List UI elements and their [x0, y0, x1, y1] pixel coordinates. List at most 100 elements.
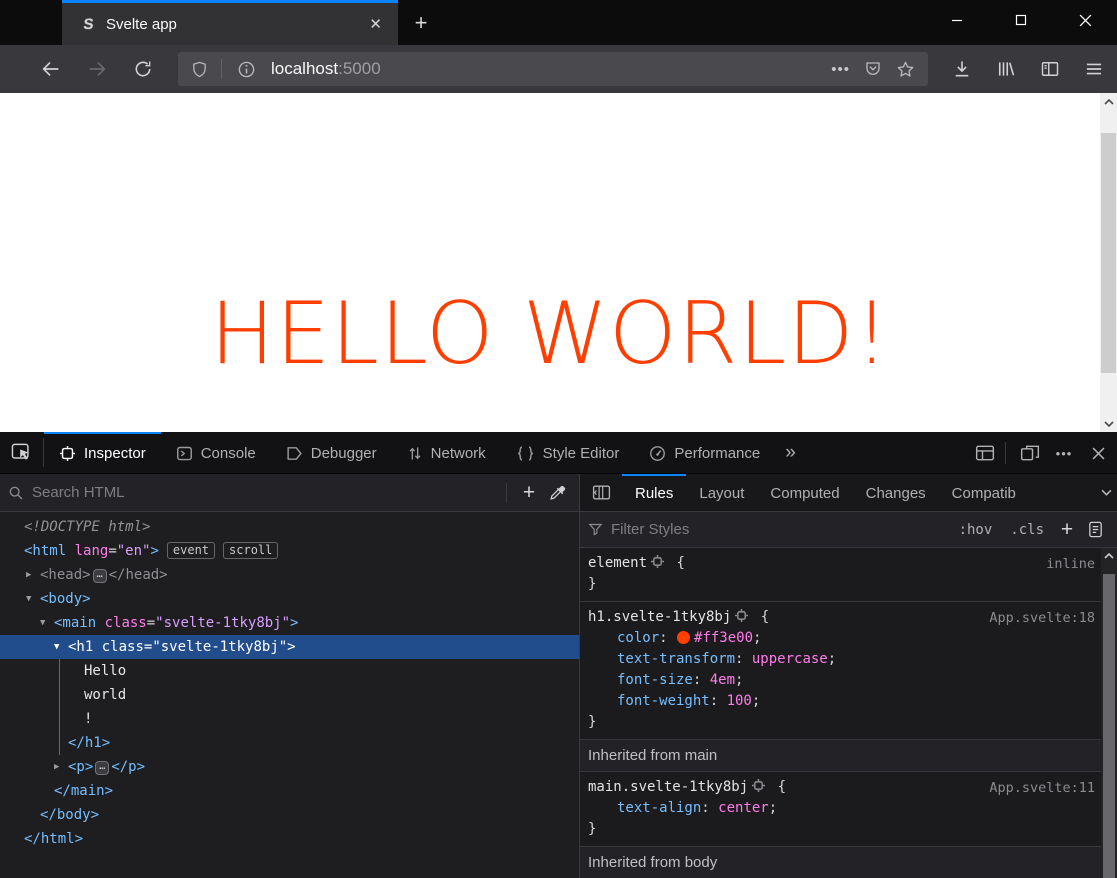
markup-row[interactable]: world [0, 683, 579, 707]
rule-source-link[interactable]: App.svelte:18 [989, 608, 1095, 629]
devtools-tab-console[interactable]: Console [161, 432, 271, 473]
css-rule[interactable]: h1.svelte-1tky8bj {App.svelte:18color: #… [580, 602, 1101, 740]
responsive-design-icon[interactable] [1015, 438, 1045, 468]
css-declaration[interactable]: text-transform: uppercase; [588, 649, 1093, 670]
markup-row[interactable]: <!DOCTYPE html> [0, 515, 579, 539]
window-close-button[interactable] [1053, 0, 1117, 40]
css-declaration[interactable]: font-weight: 100; [588, 691, 1093, 712]
more-tools-chevron[interactable]: » [775, 432, 806, 473]
markup-row-content: </main> [0, 779, 113, 803]
devtools-tab-network[interactable]: Network [392, 432, 501, 473]
css-rule[interactable]: main.svelte-1tky8bj {App.svelte:11text-a… [580, 772, 1101, 847]
markup-row[interactable]: ▼<main class="svelte-1tky8bj"> [0, 611, 579, 635]
collapse-arrow-icon[interactable]: ▼ [54, 635, 59, 659]
rule-source-link[interactable]: App.svelte:11 [989, 778, 1095, 799]
page-scrollbar-thumb[interactable] [1101, 133, 1116, 373]
rule-selector[interactable]: h1.svelte-1tky8bj [588, 609, 731, 625]
tracking-shield-icon[interactable] [191, 60, 208, 79]
markup-row[interactable]: ▼<h1 class="svelte-1tky8bj"> [0, 635, 579, 659]
markup-row[interactable]: ▼<body> [0, 587, 579, 611]
collapse-arrow-icon[interactable]: ▼ [40, 611, 45, 635]
markup-badge[interactable]: event [167, 542, 215, 559]
css-declaration[interactable]: color: #ff3e00; [588, 628, 1093, 649]
markup-row[interactable]: <html lang="en">eventscroll [0, 539, 579, 563]
css-declaration[interactable]: font-size: 4em; [588, 670, 1093, 691]
markup-token: "en" [117, 543, 151, 559]
page-actions-icon[interactable]: ••• [831, 61, 850, 78]
markup-row[interactable]: ▶<head>…</head> [0, 563, 579, 587]
highlight-selector-icon[interactable] [735, 609, 748, 622]
sidebar-tab-layout[interactable]: Layout [686, 474, 757, 511]
css-rule[interactable]: element {inline} [580, 548, 1101, 602]
eyedropper-icon[interactable] [543, 479, 571, 507]
markup-row[interactable]: </html> [0, 827, 579, 851]
devtools-tab-debugger[interactable]: Debugger [271, 432, 392, 473]
add-rule-button[interactable]: + [1053, 516, 1081, 544]
library-icon[interactable] [989, 52, 1023, 86]
dock-side-icon[interactable] [970, 438, 1000, 468]
rules-scrollbar-thumb[interactable] [1103, 574, 1115, 878]
window-minimize-button[interactable] [925, 0, 989, 40]
rule-selector[interactable]: main.svelte-1tky8bj [588, 779, 748, 795]
markup-row[interactable]: Hello [0, 659, 579, 683]
site-info-icon[interactable] [237, 60, 256, 79]
browser-tab[interactable]: S Svelte app ✕ [62, 0, 398, 45]
scroll-down-icon[interactable] [1100, 415, 1117, 432]
markup-row[interactable]: </body> [0, 803, 579, 827]
sidebar-tab-computed[interactable]: Computed [757, 474, 852, 511]
downloads-icon[interactable] [945, 52, 979, 86]
pocket-icon[interactable] [864, 60, 882, 78]
rule-selector[interactable]: element [588, 555, 647, 571]
tab-close-icon[interactable]: ✕ [363, 13, 388, 35]
scroll-up-icon[interactable] [1100, 93, 1117, 110]
markup-badge[interactable]: scroll [223, 542, 278, 559]
css-property-value: uppercase [752, 651, 828, 667]
url-bar[interactable]: localhost:5000 ••• [178, 52, 928, 86]
color-swatch[interactable] [677, 631, 690, 644]
new-tab-button[interactable]: + [404, 6, 438, 40]
markup-row[interactable]: </main> [0, 779, 579, 803]
class-panel-button[interactable]: .cls [1010, 522, 1044, 538]
css-property-name: color [617, 630, 659, 646]
sidebar-tab-rules[interactable]: Rules [622, 474, 686, 511]
print-simulation-icon[interactable] [1081, 516, 1109, 544]
back-button[interactable] [34, 52, 68, 86]
expand-arrow-icon[interactable]: ▶ [26, 563, 31, 587]
markup-row-content: <body> [0, 587, 91, 611]
devtools-meatball-menu-icon[interactable]: ••• [1049, 438, 1079, 468]
devtools-close-icon[interactable] [1083, 438, 1113, 468]
sidebar-tab-compatib[interactable]: Compatib [939, 474, 1016, 511]
sidebar-tab-changes[interactable]: Changes [853, 474, 939, 511]
collapsed-ellipsis-icon[interactable]: … [95, 761, 109, 775]
markup-row-content: </body> [0, 803, 99, 827]
window-maximize-button[interactable] [989, 0, 1053, 40]
page-scrollbar[interactable] [1100, 93, 1117, 432]
expand-arrow-icon[interactable]: ▶ [54, 755, 59, 779]
css-declaration[interactable]: text-align: center; [588, 798, 1093, 819]
collapse-arrow-icon[interactable]: ▼ [26, 587, 31, 611]
sidebar-tabs-overflow-icon[interactable] [1095, 474, 1117, 511]
markup-row[interactable]: </h1> [0, 731, 579, 755]
devtools-tab-performance[interactable]: Performance [634, 432, 775, 473]
rule-source-link[interactable]: inline [1046, 554, 1095, 575]
filter-styles-input[interactable]: Filter Styles [611, 521, 950, 538]
pseudo-class-panel-button[interactable]: :hov [959, 522, 993, 538]
highlight-selector-icon[interactable] [651, 555, 664, 568]
sidebar-toggle-icon[interactable] [1033, 52, 1067, 86]
forward-button[interactable] [80, 52, 114, 86]
reload-button[interactable] [126, 52, 160, 86]
element-picker-button[interactable] [0, 438, 44, 467]
collapsed-ellipsis-icon[interactable]: … [93, 569, 107, 583]
markup-row[interactable]: ! [0, 707, 579, 731]
devtools-tab-style-editor[interactable]: Style Editor [501, 432, 635, 473]
highlight-selector-icon[interactable] [752, 779, 765, 792]
menu-hamburger-icon[interactable] [1077, 52, 1111, 86]
add-node-button[interactable]: + [515, 479, 543, 507]
sidebar-collapse-icon[interactable] [580, 474, 622, 511]
search-html-input[interactable]: Search HTML [32, 484, 498, 501]
url-text[interactable]: localhost:5000 [271, 59, 824, 79]
devtools-tab-inspector[interactable]: Inspector [44, 432, 161, 473]
markup-row[interactable]: ▶<p>…</p> [0, 755, 579, 779]
bookmark-star-icon[interactable] [896, 60, 915, 79]
rules-scrollbar[interactable] [1101, 548, 1117, 878]
